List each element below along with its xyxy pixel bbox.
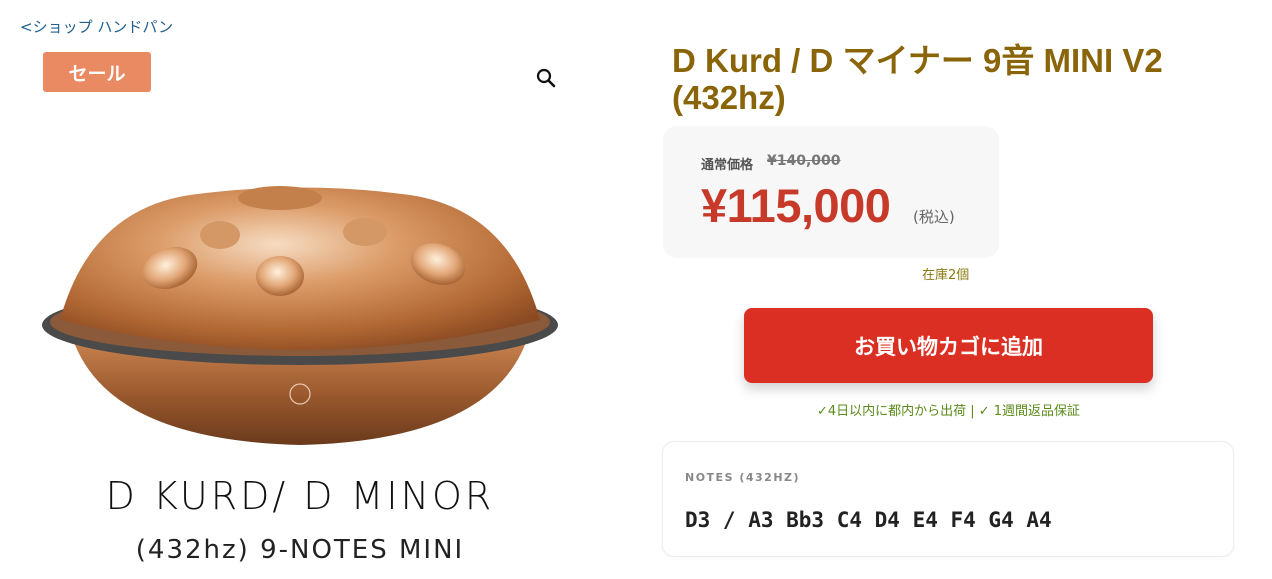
regular-price: ¥140,000 [767,153,841,169]
sale-badge: セール [43,52,151,92]
product-title: D Kurd / D マイナー 9音 MINI V2 (432hz) [672,42,1163,116]
notes-value: D3 / A3 Bb3 C4 D4 E4 F4 G4 A4 [685,508,1052,532]
magnifier-icon [536,68,556,88]
shipping-guarantee-note: ✓4日以内に都内から出荷 | ✓ 1週間返品保証 [816,404,1081,419]
notes-card: NOTES (432HZ) D3 / A3 Bb3 C4 D4 E4 F4 G4… [662,441,1234,557]
tax-included-note: (税込) [913,208,955,226]
stock-count: 在庫2個 [922,268,970,283]
regular-price-label: 通常価格 [701,158,754,173]
zoom-button[interactable] [530,62,562,94]
image-caption-line-2: (432hz) 9-NOTES MINI [135,535,465,565]
price-card: 通常価格 ¥140,000 ¥115,000 (税込) [663,126,999,258]
breadcrumb-back-link[interactable]: <ショップ ハンドパン [20,16,173,37]
sale-price: ¥115,000 [701,179,891,232]
image-caption-line-1: D KURD/ D MINOR [105,474,495,518]
notes-label: NOTES (432HZ) [685,471,801,484]
add-to-cart-button[interactable]: お買い物カゴに追加 [744,308,1153,383]
